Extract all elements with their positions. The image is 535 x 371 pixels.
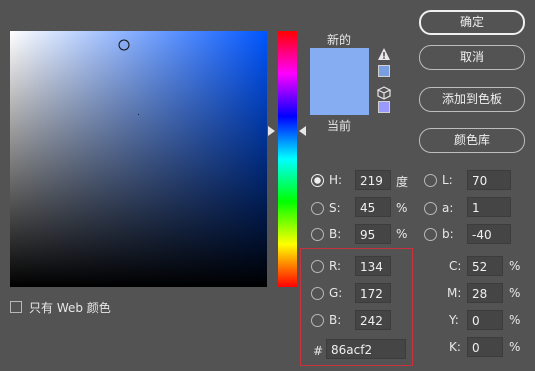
- magenta-label: M:: [447, 286, 462, 300]
- saturation-label: S:: [329, 201, 341, 215]
- red-input[interactable]: 134: [355, 256, 391, 276]
- gamut-correction-swatch[interactable]: [378, 65, 390, 77]
- saturation-unit: %: [396, 201, 408, 215]
- hue-input[interactable]: 219: [355, 170, 391, 190]
- out-of-gamut-warning-icon[interactable]: [377, 47, 391, 61]
- saturation-input[interactable]: 45: [355, 197, 391, 217]
- brightness-unit: %: [396, 227, 408, 241]
- black-label: K:: [449, 340, 461, 354]
- hex-label: #: [313, 344, 324, 358]
- magenta-input[interactable]: 28: [467, 283, 503, 303]
- magenta-unit: %: [509, 286, 521, 300]
- hue-unit: 度: [396, 175, 409, 189]
- cyan-input[interactable]: 52: [467, 256, 503, 276]
- blue-label: B:: [329, 313, 342, 327]
- cancel-button[interactable]: 取消: [419, 45, 525, 70]
- b-channel-label: b:: [442, 227, 454, 241]
- color-picker-marker[interactable]: [118, 39, 130, 51]
- brightness-input[interactable]: 95: [355, 224, 391, 244]
- web-colors-only-label[interactable]: 只有 Web 颜色: [29, 299, 111, 316]
- lightness-radio[interactable]: [424, 174, 437, 187]
- cyan-unit: %: [509, 259, 521, 273]
- yellow-unit: %: [509, 313, 521, 327]
- hue-slider-handle-right[interactable]: [299, 126, 306, 136]
- b-channel-radio[interactable]: [424, 228, 437, 241]
- current-color-label: 当前: [326, 119, 351, 133]
- a-channel-input[interactable]: 1: [467, 197, 511, 217]
- green-input[interactable]: 172: [355, 283, 391, 303]
- black-unit: %: [509, 340, 521, 354]
- cyan-label: C:: [449, 259, 462, 273]
- hue-label: H:: [329, 173, 343, 187]
- new-color-swatch: [310, 48, 369, 82]
- lightness-input[interactable]: 70: [467, 170, 511, 190]
- green-radio[interactable]: [311, 287, 324, 300]
- red-radio[interactable]: [311, 260, 324, 273]
- current-color-swatch[interactable]: [310, 82, 369, 115]
- blue-input[interactable]: 242: [355, 310, 391, 330]
- a-channel-radio[interactable]: [424, 202, 437, 215]
- yellow-input[interactable]: 0: [467, 310, 503, 330]
- field-dot: [138, 114, 139, 115]
- saturation-radio[interactable]: [311, 202, 324, 215]
- web-safe-swatch[interactable]: [378, 101, 390, 113]
- saturation-brightness-field[interactable]: [10, 31, 267, 287]
- brightness-radio[interactable]: [311, 228, 324, 241]
- color-libraries-button[interactable]: 颜色库: [419, 128, 525, 153]
- web-safe-cube-icon[interactable]: [377, 86, 391, 100]
- new-color-label: 新的: [326, 33, 351, 47]
- red-label: R:: [329, 259, 342, 273]
- black-input[interactable]: 0: [467, 337, 503, 357]
- a-channel-label: a:: [442, 201, 454, 215]
- hue-slider[interactable]: [278, 31, 297, 287]
- hue-radio[interactable]: [311, 174, 324, 187]
- hex-input[interactable]: 86acf2: [326, 339, 406, 359]
- b-channel-input[interactable]: -40: [467, 224, 511, 244]
- ok-button[interactable]: 确定: [419, 10, 525, 35]
- web-colors-only-checkbox[interactable]: [10, 301, 22, 313]
- yellow-label: Y:: [449, 313, 459, 327]
- add-to-swatches-button[interactable]: 添加到色板: [419, 87, 525, 112]
- brightness-label: B:: [329, 227, 342, 241]
- green-label: G:: [329, 286, 343, 300]
- hue-slider-handle-left[interactable]: [268, 126, 275, 136]
- blue-radio[interactable]: [311, 314, 324, 327]
- lightness-label: L:: [442, 173, 453, 187]
